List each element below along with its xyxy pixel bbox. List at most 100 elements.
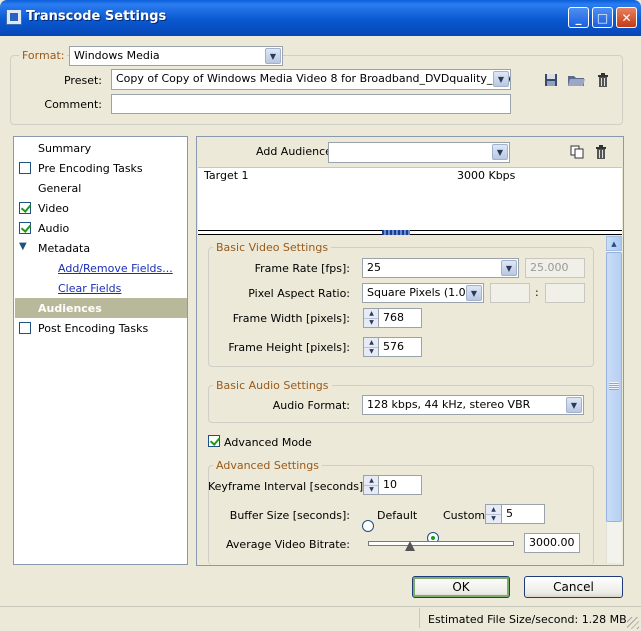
- spin-down-icon[interactable]: ▼: [364, 346, 379, 357]
- sidebar-item-summary[interactable]: Summary: [15, 138, 187, 158]
- audience-name: Target 1: [204, 169, 249, 182]
- add-audience-select[interactable]: ▼: [328, 142, 510, 163]
- copy-icon: [570, 145, 584, 159]
- pixel-aspect-select[interactable]: Square Pixels (1.0) ▼: [362, 283, 484, 303]
- advanced-mode-checkbox[interactable]: [208, 435, 220, 447]
- buffer-default-radio[interactable]: [362, 520, 374, 532]
- add-audience-label: Add Audience:: [256, 145, 336, 158]
- buffer-size-spinner[interactable]: ▲ ▼: [485, 504, 502, 524]
- pixel-aspect-label: Pixel Aspect Ratio:: [248, 287, 350, 300]
- save-icon: [545, 74, 557, 86]
- sidebar-item-add-remove-fields[interactable]: Add/Remove Fields...: [15, 258, 187, 278]
- sidebar-item-metadata[interactable]: ▼ Metadata: [15, 238, 187, 258]
- keyframe-input[interactable]: 10: [378, 475, 422, 495]
- video-checkbox[interactable]: [19, 202, 31, 214]
- keyframe-label: Keyframe Interval [seconds]:: [208, 480, 367, 493]
- maximize-icon: □: [596, 10, 609, 25]
- spin-down-icon[interactable]: ▼: [486, 513, 501, 524]
- preset-select[interactable]: Copy of Copy of Windows Media Video 8 fo…: [111, 69, 511, 90]
- sidebar-item-post-encoding[interactable]: Post Encoding Tasks: [15, 318, 187, 338]
- chevron-down-icon: ▼: [501, 260, 517, 276]
- audio-format-select[interactable]: 128 kbps, 44 kHz, stereo VBR ▼: [362, 395, 584, 415]
- trash-icon: [596, 145, 606, 159]
- sidebar-item-general[interactable]: General: [15, 178, 187, 198]
- spin-down-icon[interactable]: ▼: [364, 484, 379, 495]
- buffer-default-label: Default: [377, 509, 418, 522]
- window-title: Transcode Settings: [26, 9, 167, 24]
- buffer-custom-label: Custom: [443, 509, 486, 522]
- frame-rate-custom-field: 25.000: [525, 258, 585, 278]
- preset-label: Preset:: [63, 74, 102, 87]
- cancel-button[interactable]: Cancel: [524, 576, 623, 598]
- basic-audio-title: Basic Audio Settings: [213, 379, 332, 392]
- delete-preset-button[interactable]: [594, 71, 612, 89]
- pixel-aspect-value: Square Pixels (1.0): [367, 286, 470, 299]
- format-select[interactable]: Windows Media ▼: [69, 46, 283, 66]
- frame-rate-label: Frame Rate [fps]:: [254, 262, 350, 275]
- open-preset-button[interactable]: [567, 71, 585, 89]
- sidebar-item-clear-fields[interactable]: Clear Fields: [15, 278, 187, 298]
- bitrate-input[interactable]: 3000.00: [524, 533, 580, 553]
- close-button[interactable]: ✕: [616, 7, 637, 28]
- estimated-size-text: Estimated File Size/second: 1.28 MB: [428, 613, 627, 626]
- save-preset-button[interactable]: [542, 71, 560, 89]
- spin-up-icon[interactable]: ▲: [364, 476, 379, 485]
- chevron-down-icon: ▼: [492, 144, 508, 160]
- sidebar-item-audiences[interactable]: Audiences: [15, 298, 187, 318]
- trash-icon: [598, 73, 608, 87]
- audio-checkbox[interactable]: [19, 222, 31, 234]
- spin-up-icon[interactable]: ▲: [364, 309, 379, 318]
- spin-up-icon[interactable]: ▲: [364, 338, 379, 347]
- sidebar-item-pre-encoding[interactable]: Pre Encoding Tasks: [15, 158, 187, 178]
- delete-audience-button[interactable]: [592, 143, 610, 161]
- bitrate-slider-track[interactable]: [368, 541, 514, 546]
- minimize-button[interactable]: _: [568, 7, 589, 28]
- par-denominator-field: [545, 283, 585, 303]
- format-label: Format:: [19, 49, 68, 62]
- advanced-mode-label: Advanced Mode: [224, 436, 312, 449]
- buffer-size-input[interactable]: 5: [501, 504, 545, 524]
- expand-triangle-icon[interactable]: ▼: [19, 241, 27, 252]
- sidebar-item-video[interactable]: Video: [15, 198, 187, 218]
- close-icon: ✕: [621, 10, 632, 25]
- splitter-grip-icon[interactable]: [382, 230, 410, 235]
- buffer-size-label: Buffer Size [seconds]:: [229, 509, 350, 522]
- format-value: Windows Media: [74, 49, 160, 62]
- comment-input[interactable]: [111, 94, 511, 114]
- app-icon: [6, 9, 22, 25]
- splitter[interactable]: [198, 230, 622, 235]
- maximize-button[interactable]: □: [592, 7, 613, 28]
- frame-rate-select[interactable]: 25 ▼: [362, 258, 519, 278]
- par-numerator-field: [490, 283, 530, 303]
- bitrate-label: Average Video Bitrate:: [226, 538, 350, 551]
- frame-height-label: Frame Height [pixels]:: [228, 341, 350, 354]
- chevron-down-icon: ▼: [265, 48, 281, 64]
- frame-height-input[interactable]: 576: [378, 337, 422, 357]
- spin-up-icon[interactable]: ▲: [486, 505, 501, 514]
- copy-audience-button[interactable]: [568, 143, 586, 161]
- folder-icon: [568, 76, 585, 86]
- pre-encoding-checkbox[interactable]: [19, 162, 31, 174]
- advanced-title: Advanced Settings: [213, 459, 322, 472]
- audio-format-label: Audio Format:: [272, 399, 350, 412]
- ok-button[interactable]: OK: [412, 576, 510, 598]
- scroll-up-button[interactable]: ▲: [606, 236, 622, 251]
- basic-video-title: Basic Video Settings: [213, 241, 332, 254]
- audience-row[interactable]: Target 1 3000 Kbps: [198, 167, 622, 183]
- frame-width-label: Frame Width [pixels]:: [232, 312, 350, 325]
- chevron-down-icon: ▼: [466, 285, 482, 301]
- par-separator: :: [535, 286, 539, 299]
- spin-down-icon[interactable]: ▼: [364, 317, 379, 328]
- frame-width-input[interactable]: 768: [378, 308, 422, 328]
- grip-icon: [609, 382, 619, 390]
- audience-bitrate: 3000 Kbps: [457, 169, 516, 182]
- preset-value: Copy of Copy of Windows Media Video 8 fo…: [116, 72, 511, 85]
- chevron-down-icon: ▼: [493, 71, 509, 87]
- resize-grip-icon[interactable]: [627, 617, 639, 629]
- bitrate-slider-thumb[interactable]: [405, 541, 416, 551]
- chevron-down-icon: ▼: [566, 397, 582, 413]
- comment-label: Comment:: [44, 98, 102, 111]
- audio-format-value: 128 kbps, 44 kHz, stereo VBR: [367, 398, 531, 411]
- post-encoding-checkbox[interactable]: [19, 322, 31, 334]
- sidebar-item-audio[interactable]: Audio: [15, 218, 187, 238]
